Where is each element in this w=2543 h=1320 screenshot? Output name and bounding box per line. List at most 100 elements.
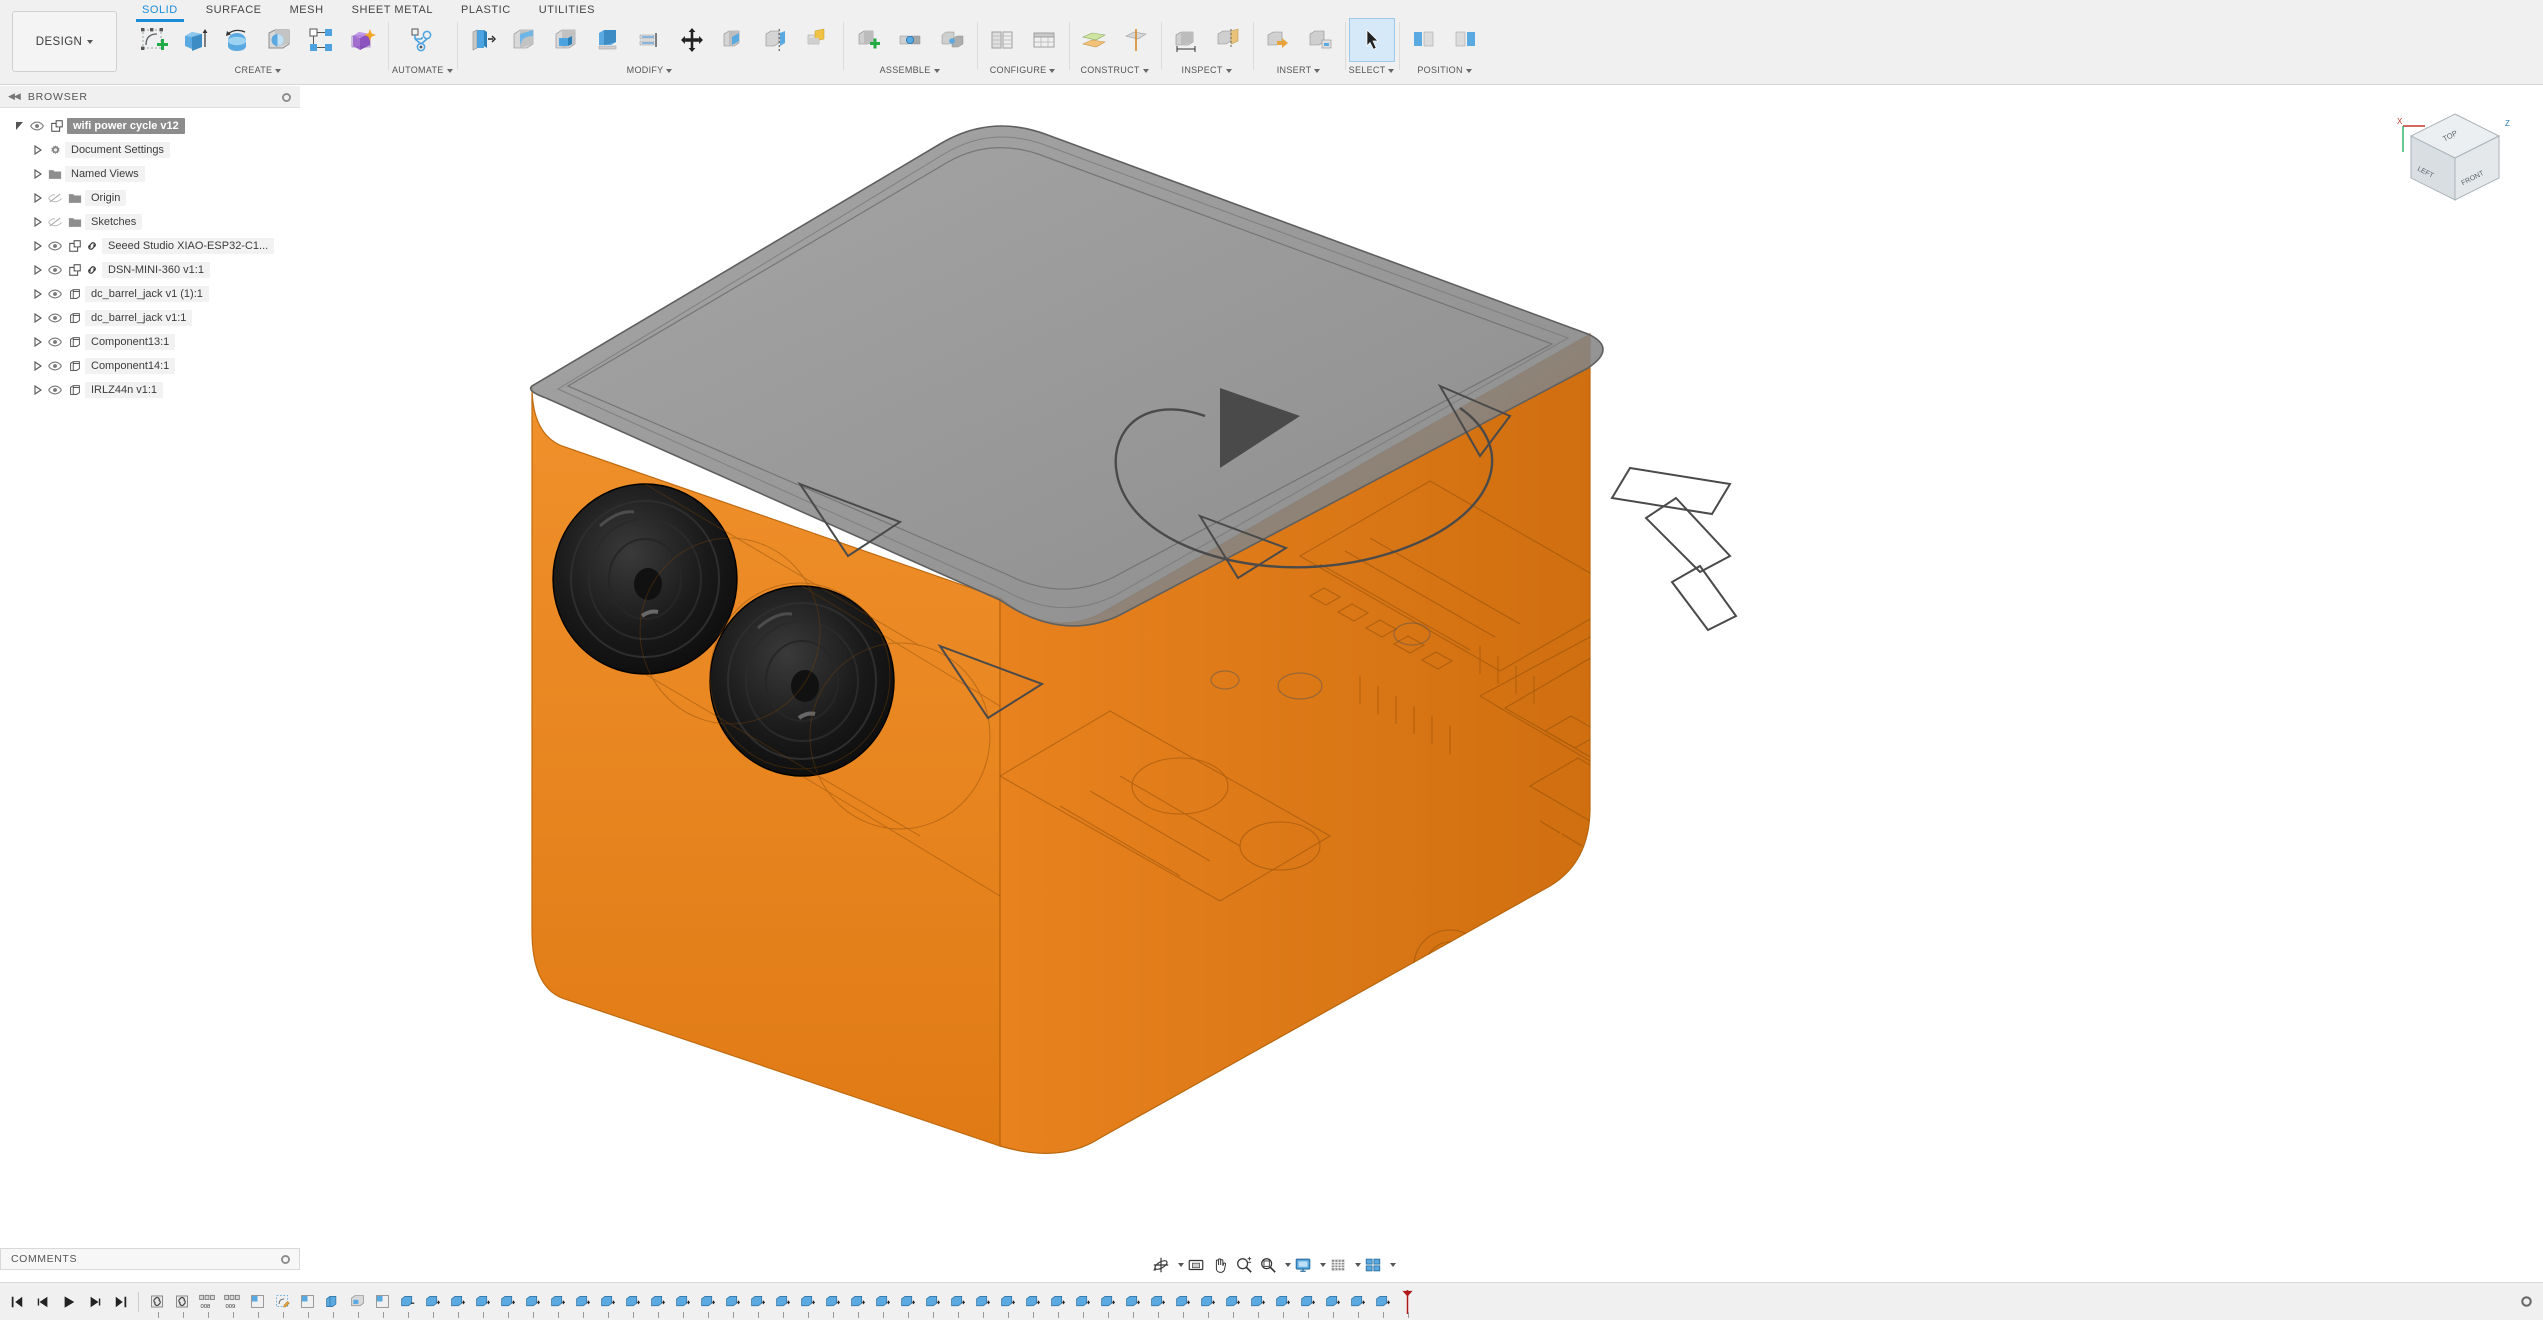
timeline-feature-extrude-40[interactable]: [1370, 1287, 1395, 1317]
timeline-feature-extrude-29[interactable]: [1095, 1287, 1120, 1317]
collapse-left-icon[interactable]: ◀◀: [8, 91, 20, 102]
automate-button[interactable]: [401, 18, 443, 62]
timeline-feature-extrude-22[interactable]: [920, 1287, 945, 1317]
chevron-right-icon[interactable]: [32, 313, 44, 323]
browser-tree[interactable]: wifi power cycle v12 Document Settings N…: [0, 110, 300, 1250]
chevron-down-icon[interactable]: [1351, 1254, 1360, 1276]
timeline-feature-extrude-30[interactable]: [1120, 1287, 1145, 1317]
chevron-right-icon[interactable]: [32, 241, 44, 251]
chevron-down-icon[interactable]: [1281, 1254, 1290, 1276]
panel-label-create[interactable]: CREATE: [235, 65, 282, 75]
timeline-feature-extrude-7[interactable]: [545, 1287, 570, 1317]
section-analysis-button[interactable]: [1207, 18, 1249, 62]
tab-surface[interactable]: SURFACE: [192, 0, 276, 19]
axis-button[interactable]: [1115, 18, 1157, 62]
align-button[interactable]: [713, 18, 755, 62]
timeline-feature-extrude-11[interactable]: [645, 1287, 670, 1317]
timeline-feature-extrude-19[interactable]: [845, 1287, 870, 1317]
timeline-feature-link-2[interactable]: [170, 1287, 195, 1317]
press-pull-button[interactable]: [461, 18, 503, 62]
chevron-right-icon[interactable]: [32, 337, 44, 347]
timeline-feature-link-1[interactable]: [145, 1287, 170, 1317]
combine-button[interactable]: [342, 18, 384, 62]
step-back-button[interactable]: [32, 1290, 54, 1314]
timeline-feature-extrude-32[interactable]: [1170, 1287, 1195, 1317]
insert-derive-button[interactable]: [1257, 18, 1299, 62]
chevron-right-icon[interactable]: [32, 361, 44, 371]
panel-label-construct[interactable]: CONSTRUCT: [1080, 65, 1148, 75]
split-body-button[interactable]: [755, 18, 797, 62]
chevron-right-icon[interactable]: [32, 145, 44, 155]
display-settings-button[interactable]: [1292, 1254, 1314, 1276]
tree-node-root[interactable]: wifi power cycle v12: [0, 114, 300, 138]
play-button[interactable]: [58, 1290, 80, 1314]
timeline-feature-extrude-4[interactable]: [470, 1287, 495, 1317]
pattern-button[interactable]: [300, 18, 342, 62]
panel-label-inspect[interactable]: INSPECT: [1182, 65, 1232, 75]
timeline-feature-extrude-5[interactable]: [495, 1287, 520, 1317]
fillet-button[interactable]: [503, 18, 545, 62]
timeline-feature-extrude-15[interactable]: [745, 1287, 770, 1317]
move-copy-button[interactable]: [671, 18, 713, 62]
timeline-feature-extrude-31[interactable]: [1145, 1287, 1170, 1317]
timeline-feature-extrude-8[interactable]: [570, 1287, 595, 1317]
chevron-expanded-icon[interactable]: [14, 121, 26, 131]
timeline-end-marker[interactable]: [1395, 1287, 1420, 1317]
visibility-eye-icon[interactable]: [47, 361, 63, 371]
measure-button[interactable]: [1165, 18, 1207, 62]
view-cube[interactable]: X Z TOP LEFT FRONT: [2395, 104, 2515, 214]
create-sketch-button[interactable]: [132, 18, 174, 62]
tab-plastic[interactable]: PLASTIC: [447, 0, 525, 19]
timeline-feature-extrude-13[interactable]: [695, 1287, 720, 1317]
timeline-feature-group-1[interactable]: 008: [195, 1287, 220, 1317]
scale-button[interactable]: [629, 18, 671, 62]
comments-panel[interactable]: COMMENTS: [0, 1248, 300, 1270]
offset-plane-button[interactable]: [1073, 18, 1115, 62]
tree-node-document-settings[interactable]: Document Settings: [0, 138, 300, 162]
visibility-eye-icon[interactable]: [47, 385, 63, 395]
workspace-switcher[interactable]: DESIGN: [12, 11, 117, 72]
shell-button[interactable]: [545, 18, 587, 62]
timeline-feature-extrude-3[interactable]: [445, 1287, 470, 1317]
timeline-feature-extrude-9[interactable]: [595, 1287, 620, 1317]
chevron-down-icon[interactable]: [1316, 1254, 1325, 1276]
timeline-feature-extrude-18[interactable]: [820, 1287, 845, 1317]
timeline-feature-extrude-17[interactable]: [795, 1287, 820, 1317]
timeline-feature-extrude-2[interactable]: [420, 1287, 445, 1317]
timeline-feature-extrude-20[interactable]: [870, 1287, 895, 1317]
timeline-feature-move-1[interactable]: [395, 1287, 420, 1317]
zoom-window-button[interactable]: [1257, 1254, 1279, 1276]
tab-solid[interactable]: SOLID: [128, 0, 192, 19]
pan-hand-button[interactable]: [1209, 1254, 1231, 1276]
tree-node-named-views[interactable]: Named Views: [0, 162, 300, 186]
gear-icon[interactable]: [2520, 1295, 2533, 1308]
tree-node-component14[interactable]: Component14:1: [0, 354, 300, 378]
timeline-feature-extrude-12[interactable]: [670, 1287, 695, 1317]
timeline-feature-sketch-3[interactable]: [370, 1287, 395, 1317]
visibility-eye-icon[interactable]: [47, 313, 63, 323]
tab-mesh[interactable]: MESH: [276, 0, 338, 19]
timeline-feature-extrude-36[interactable]: [1270, 1287, 1295, 1317]
jump-to-end-button[interactable]: [110, 1290, 132, 1314]
timeline-feature-extrude-14[interactable]: [720, 1287, 745, 1317]
timeline-feature-extrude-16[interactable]: [770, 1287, 795, 1317]
visibility-eye-icon[interactable]: [47, 265, 63, 275]
timeline-feature-extrude-27[interactable]: [1045, 1287, 1070, 1317]
chevron-right-icon[interactable]: [32, 193, 44, 203]
model-render[interactable]: [300, 86, 2543, 1248]
timeline-feature-extrude-21[interactable]: [895, 1287, 920, 1317]
combine-modify-button[interactable]: [797, 18, 839, 62]
visibility-eye-icon[interactable]: [47, 337, 63, 347]
revolve-button[interactable]: [216, 18, 258, 62]
panel-label-insert[interactable]: INSERT: [1277, 65, 1321, 75]
panel-label-select[interactable]: SELECT: [1349, 65, 1395, 75]
configure-table-button[interactable]: [1023, 18, 1065, 62]
visibility-eye-icon[interactable]: [47, 289, 63, 299]
grid-snaps-button[interactable]: [1327, 1254, 1349, 1276]
chevron-right-icon[interactable]: [32, 385, 44, 395]
tree-node-sketches[interactable]: Sketches: [0, 210, 300, 234]
gear-icon[interactable]: [281, 92, 292, 103]
panel-label-position[interactable]: POSITION: [1417, 65, 1471, 75]
timeline-feature-extrude-38[interactable]: [1320, 1287, 1345, 1317]
timeline-feature-extrude-24[interactable]: [970, 1287, 995, 1317]
